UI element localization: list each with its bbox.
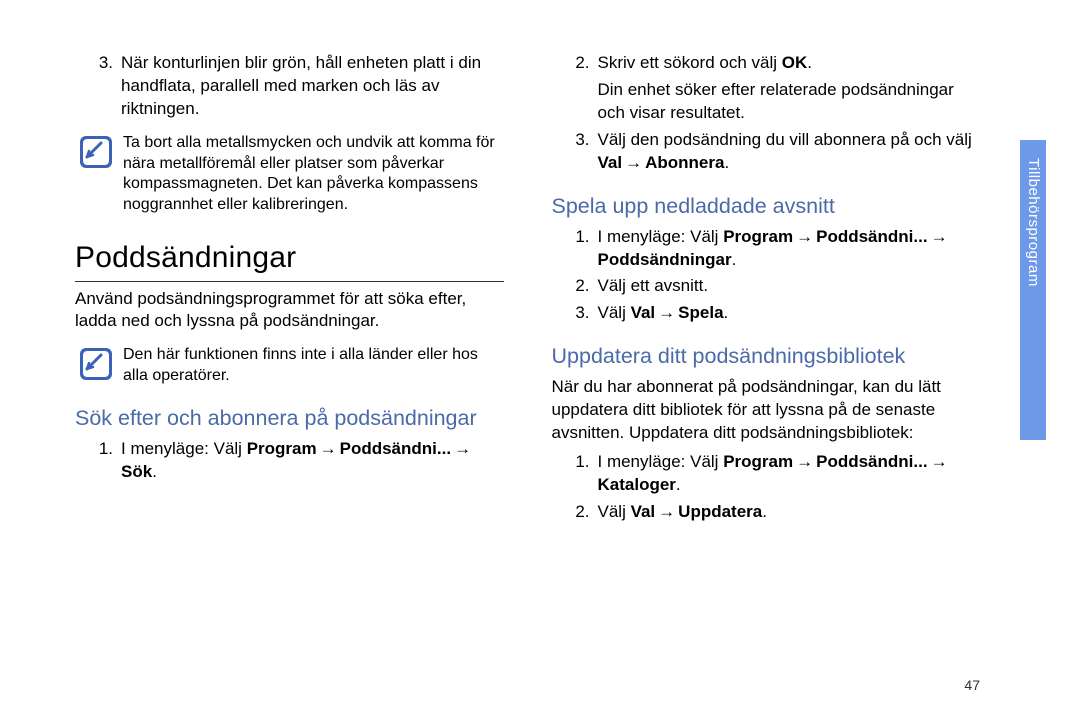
list-item: 1. I menyläge: Välj Program→Poddsändni..… (75, 438, 504, 484)
compass-steps-continued: 3. När konturlinjen blir grön, håll enhe… (75, 52, 504, 121)
list-item: 1. I menyläge: Välj Program→Poddsändni..… (552, 451, 981, 497)
list-item: 3. När konturlinjen blir grön, håll enhe… (75, 52, 504, 121)
list-text: I menyläge: Välj Program→Poddsändni...→S… (121, 438, 504, 484)
search-steps-continued: 2. Skriv ett sökord och välj OK. (552, 52, 981, 75)
list-text: Välj den podsändning du vill abonnera på… (598, 129, 981, 175)
left-column: 3. När konturlinjen blir grön, håll enhe… (75, 52, 504, 528)
list-text: I menyläge: Välj Program→Poddsändni...→P… (598, 226, 981, 272)
list-item: 1. I menyläge: Välj Program→Poddsändni..… (552, 226, 981, 272)
play-steps: 1. I menyläge: Välj Program→Poddsändni..… (552, 226, 981, 326)
text-fragment: . (724, 153, 729, 172)
bold-program: Program (247, 439, 317, 458)
list-number: 2. (552, 501, 598, 524)
text-fragment: . (762, 502, 767, 521)
arrow-icon: → (793, 451, 816, 474)
bold-uppdatera: Uppdatera (678, 502, 762, 521)
bold-ok: OK (782, 53, 808, 72)
subheading-play-downloaded: Spela upp nedladdade avsnitt (552, 193, 981, 220)
list-item: 3. Välj den podsändning du vill abonnera… (552, 129, 981, 175)
text-fragment: . (807, 53, 812, 72)
text-fragment: Välj den podsändning du vill abonnera på… (598, 130, 972, 149)
bold-val: Val (598, 153, 623, 172)
bold-poddsandningar: Poddsändningar (598, 250, 732, 269)
note-icon (79, 347, 113, 381)
bold-sok: Sök (121, 462, 152, 481)
list-item: 2. Välj ett avsnitt. (552, 275, 981, 298)
intro-text: Använd podsändningsprogrammet för att sö… (75, 288, 504, 334)
text-fragment: . (152, 462, 157, 481)
bold-val: Val (631, 303, 656, 322)
note-box: Ta bort alla metallsmycken och undvik at… (75, 133, 504, 216)
note-icon (79, 135, 113, 169)
list-item: 2. Skriv ett sökord och välj OK. (552, 52, 981, 75)
list-text: Välj Val→Uppdatera. (598, 501, 981, 524)
note-text: Den här funktionen finns inte i alla län… (123, 345, 504, 387)
list-number: 1. (75, 438, 121, 461)
list-number: 3. (552, 302, 598, 325)
text-fragment: I menyläge: Välj (598, 452, 724, 471)
bold-val: Val (631, 502, 656, 521)
list-text: Skriv ett sökord och välj OK. (598, 52, 981, 75)
search-step3: 3. Välj den podsändning du vill abonnera… (552, 129, 981, 175)
bold-program: Program (723, 227, 793, 246)
text-fragment: Välj (598, 303, 631, 322)
list-number: 2. (552, 52, 598, 75)
text-fragment: . (676, 475, 681, 494)
arrow-icon: → (451, 438, 474, 461)
arrow-icon: → (655, 302, 678, 325)
list-number: 2. (552, 275, 598, 298)
text-fragment: Skriv ett sökord och välj (598, 53, 782, 72)
bold-kataloger: Kataloger (598, 475, 676, 494)
list-subtext: Din enhet söker efter relaterade podsänd… (552, 79, 981, 125)
list-text: Välj Val→Spela. (598, 302, 981, 325)
text-fragment: . (724, 303, 729, 322)
list-item: 3. Välj Val→Spela. (552, 302, 981, 325)
note-box: Den här funktionen finns inte i alla län… (75, 345, 504, 387)
two-column-layout: 3. När konturlinjen blir grön, håll enhe… (75, 52, 980, 528)
note-text: Ta bort alla metallsmycken och undvik at… (123, 133, 504, 216)
list-number: 3. (552, 129, 598, 152)
text-fragment: I menyläge: Välj (598, 227, 724, 246)
manual-page: Tillbehörsprogram 3. När konturlinjen bl… (0, 0, 1080, 721)
subheading-update-library: Uppdatera ditt podsändningsbibliotek (552, 343, 981, 370)
arrow-icon: → (928, 451, 951, 474)
text-fragment: I menyläge: Välj (121, 439, 247, 458)
bold-poddsandni: Poddsändni... (816, 227, 927, 246)
search-steps: 1. I menyläge: Välj Program→Poddsändni..… (75, 438, 504, 484)
list-text: Välj ett avsnitt. (598, 275, 981, 298)
arrow-icon: → (793, 226, 816, 249)
arrow-icon: → (622, 152, 645, 175)
arrow-icon: → (655, 501, 678, 524)
update-steps: 1. I menyläge: Välj Program→Poddsändni..… (552, 451, 981, 524)
subheading-search-subscribe: Sök efter och abonnera på podsändningar (75, 405, 504, 432)
bold-spela: Spela (678, 303, 723, 322)
text-fragment: Välj (598, 502, 631, 521)
bold-poddsandni: Poddsändni... (816, 452, 927, 471)
list-text: I menyläge: Välj Program→Poddsändni...→K… (598, 451, 981, 497)
list-number: 1. (552, 226, 598, 249)
list-text: När konturlinjen blir grön, håll enheten… (121, 52, 504, 121)
right-column: 2. Skriv ett sökord och välj OK. Din enh… (552, 52, 981, 528)
list-number: 3. (75, 52, 121, 75)
heading-poddsandningar: Poddsändningar (75, 238, 504, 282)
arrow-icon: → (317, 438, 340, 461)
list-number: 1. (552, 451, 598, 474)
bold-program: Program (723, 452, 793, 471)
text-fragment: . (732, 250, 737, 269)
bold-poddsandni: Poddsändni... (340, 439, 451, 458)
side-tab-label: Tillbehörsprogram (1020, 152, 1046, 432)
page-number: 47 (964, 676, 980, 695)
arrow-icon: → (928, 226, 951, 249)
list-item: 2. Välj Val→Uppdatera. (552, 501, 981, 524)
intro-text: När du har abonnerat på podsändningar, k… (552, 376, 981, 445)
bold-abonnera: Abonnera (645, 153, 724, 172)
